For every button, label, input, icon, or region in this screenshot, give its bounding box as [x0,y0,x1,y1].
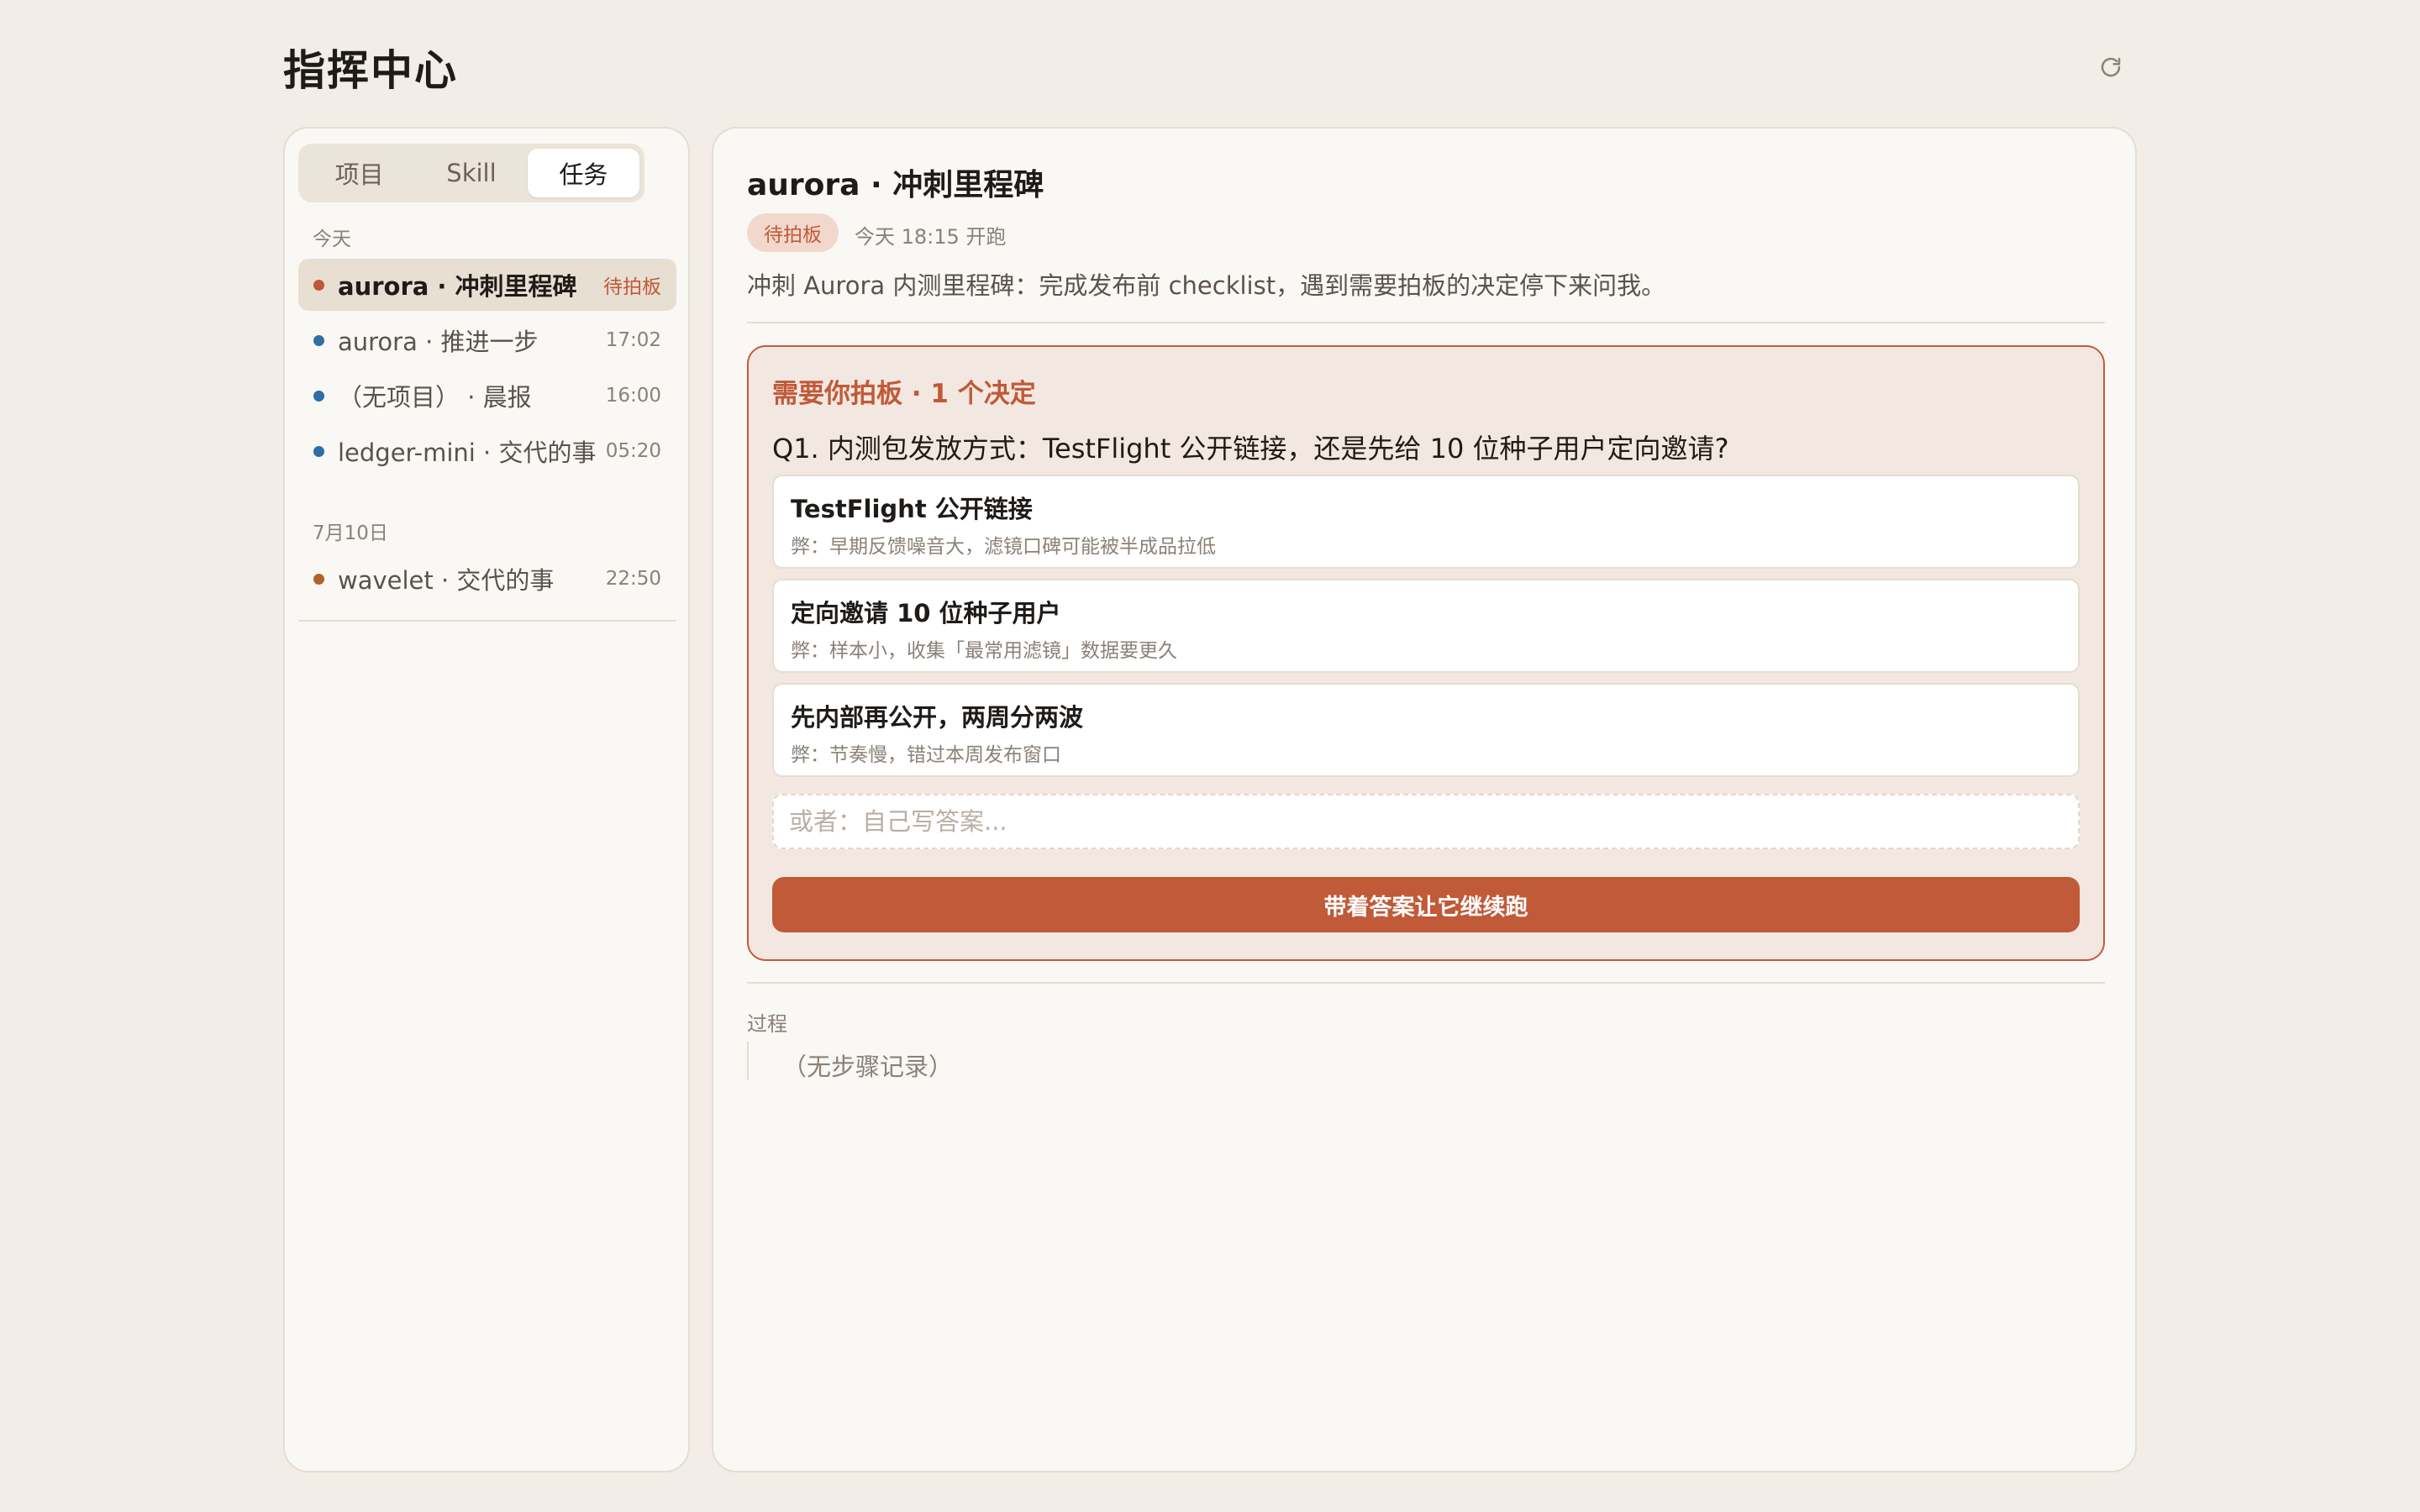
divider [747,322,2105,323]
task-time: 05:20 [605,440,661,462]
task-title: aurora · 冲刺里程碑 [747,168,1044,202]
divider [747,982,2105,984]
group-label-date: 7月10日 [313,522,388,544]
submit-answer-button[interactable]: 带着答案让它继续跑 [772,877,2080,932]
task-item[interactable]: （无项目） · 晨报 16:00 [298,370,676,422]
refresh-button[interactable] [2096,52,2126,82]
tab-skill[interactable]: Skill [415,149,527,197]
sidebar: 项目 Skill 任务 今天 aurora · 冲刺里程碑 待拍板 aurora… [283,127,690,1473]
task-item[interactable]: aurora · 推进一步 17:02 [298,314,676,366]
task-item[interactable]: ledger-mini · 交代的事 05:20 [298,425,676,477]
process-timeline [747,1042,749,1080]
decision-option[interactable]: 定向邀请 10 位种子用户 弊：样本小，收集「最常用滤镜」数据要更久 [772,579,2080,673]
task-time: 22:50 [605,568,661,590]
decision-card: 需要你拍板 · 1 个决定 Q1. 内测包发放方式：TestFlight 公开链… [747,345,2105,961]
status-dot [313,334,324,346]
start-time: 今天 18:15 开跑 [855,225,1007,249]
status-dot [313,390,324,402]
tab-tasks[interactable]: 任务 [527,149,639,197]
refresh-icon [2101,57,2121,77]
process-label: 过程 [747,1012,787,1036]
decision-question: Q1. 内测包发放方式：TestFlight 公开链接，还是先给 10 位种子用… [772,433,1729,465]
decision-option[interactable]: TestFlight 公开链接 弊：早期反馈噪音大，滤镜口碑可能被半成品拉低 [772,475,2080,569]
task-item[interactable]: wavelet · 交代的事 22:50 [298,553,676,605]
option-title: 定向邀请 10 位种子用户 [791,599,1061,627]
task-name: ledger-mini · 交代的事 [338,438,597,467]
tab-projects[interactable]: 项目 [303,149,415,197]
task-name: aurora · 冲刺里程碑 [338,272,577,301]
sidebar-tabs: 项目 Skill 任务 [298,144,644,202]
task-time: 16:00 [605,385,661,407]
option-title: 先内部再公开，两周分两波 [791,703,1084,732]
task-name: aurora · 推进一步 [338,328,539,356]
task-name: （无项目） · 晨报 [338,383,532,412]
task-detail-panel: aurora · 冲刺里程碑 待拍板 今天 18:15 开跑 冲刺 Aurora… [712,127,2137,1473]
status-dot [313,573,324,585]
task-description: 冲刺 Aurora 内测里程碑：完成发布前 checklist，遇到需要拍板的决… [747,271,1666,300]
status-dot [313,279,324,291]
status-dot [313,445,324,457]
group-label-today: 今天 [313,228,351,250]
option-note: 弊：早期反馈噪音大，滤镜口碑可能被半成品拉低 [791,536,1216,558]
decision-option[interactable]: 先内部再公开，两周分两波 弊：节奏慢，错过本周发布窗口 [772,683,2080,777]
option-title: TestFlight 公开链接 [791,495,1033,523]
custom-answer-input[interactable] [772,794,2080,849]
option-note: 弊：节奏慢，错过本周发布窗口 [791,744,1061,766]
task-item[interactable]: aurora · 冲刺里程碑 待拍板 [298,259,676,311]
task-name: wavelet · 交代的事 [338,566,555,595]
option-note: 弊：样本小，收集「最常用滤镜」数据要更久 [791,640,1177,662]
page-title: 指挥中心 [283,45,458,95]
status-badge: 待拍板 [747,213,839,252]
process-empty-text: （无步骤记录） [782,1053,954,1081]
divider [298,620,676,622]
task-time: 17:02 [605,329,661,351]
decision-header: 需要你拍板 · 1 个决定 [772,379,1036,409]
task-status: 待拍板 [603,276,661,298]
